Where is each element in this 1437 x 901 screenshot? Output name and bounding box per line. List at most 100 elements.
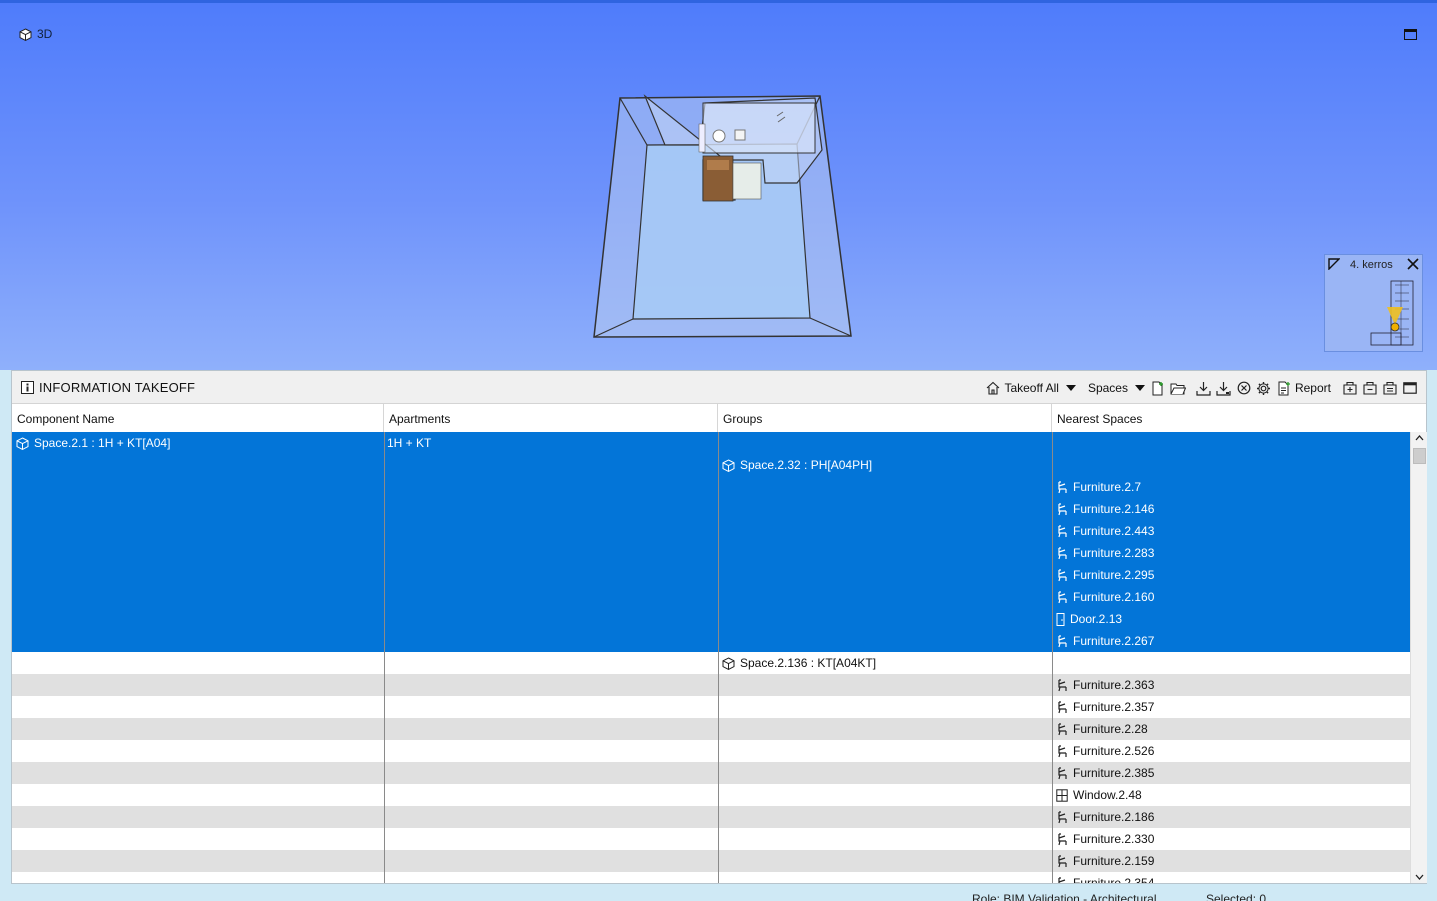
settings-gear-icon[interactable] (1256, 380, 1272, 396)
scroll-up-icon[interactable] (1415, 435, 1424, 441)
table-row[interactable]: Furniture.2.357 (12, 696, 1410, 718)
minimap-title: 4. kerros (1350, 259, 1393, 271)
spaces-label: Spaces (1087, 381, 1128, 395)
table-row[interactable]: Furniture.2.443 (12, 520, 1410, 542)
table-row[interactable]: Furniture.2.267 (12, 630, 1410, 652)
cell-nearest-space[interactable]: Furniture.2.159 (1056, 850, 1154, 872)
maximize-view-button[interactable] (1404, 29, 1417, 40)
table-row[interactable]: Furniture.2.283 (12, 542, 1410, 564)
collapse-icon[interactable] (1328, 258, 1340, 270)
window-icon (1056, 788, 1068, 802)
panel-header: INFORMATION TAKEOFF Takeoff All Spaces R… (12, 371, 1426, 404)
close-icon[interactable] (1407, 258, 1419, 270)
column-header-nearest-spaces[interactable]: Nearest Spaces (1052, 404, 1410, 432)
table-row[interactable]: Furniture.2.28 (12, 718, 1410, 740)
clipboard-icon[interactable] (1382, 380, 1398, 396)
status-bar: Role: BIM Validation - Architectural Sel… (0, 884, 1437, 901)
cell-apartment[interactable]: 1H + KT (387, 432, 431, 454)
table-row[interactable]: Furniture.2.354 (12, 872, 1410, 883)
open-folder-icon[interactable] (1170, 380, 1186, 396)
table-row[interactable]: Space.2.32 : PH[A04PH] (12, 454, 1410, 476)
clear-icon[interactable] (1236, 380, 1252, 396)
table-row[interactable]: Furniture.2.526 (12, 740, 1410, 762)
new-file-icon[interactable] (1150, 380, 1166, 396)
chevron-down-icon (1065, 385, 1076, 391)
report-label: Report (1294, 381, 1331, 395)
column-header-apartments[interactable]: Apartments (384, 404, 718, 432)
column-header-component-name[interactable]: Component Name (12, 404, 384, 432)
furniture-icon (1056, 546, 1068, 560)
3d-viewport[interactable]: 3D 4. kerros (0, 0, 1437, 370)
table-row[interactable]: Furniture.2.363 (12, 674, 1410, 696)
furniture-icon (1056, 568, 1068, 582)
furniture-icon (1056, 524, 1068, 538)
table-row[interactable]: Furniture.2.186 (12, 806, 1410, 828)
cell-nearest-space[interactable]: Furniture.2.330 (1056, 828, 1154, 850)
table-row[interactable]: Space.2.1 : 1H + KT[A04] 1H + KT (12, 432, 1410, 454)
cell-nearest-space[interactable]: Furniture.2.28 (1056, 718, 1148, 740)
role-status: Role: BIM Validation - Architectural (972, 892, 1157, 901)
table-row[interactable]: Furniture.2.159 (12, 850, 1410, 872)
cell-nearest-space[interactable]: Furniture.2.267 (1056, 630, 1154, 652)
cell-nearest-space-label: Furniture.2.28 (1073, 722, 1148, 736)
maximize-panel-icon[interactable] (1402, 380, 1418, 396)
furniture-icon (1056, 634, 1068, 648)
cell-nearest-space[interactable]: Furniture.2.357 (1056, 696, 1154, 718)
cell-nearest-space-label: Furniture.2.186 (1073, 810, 1155, 824)
scroll-thumb[interactable] (1413, 448, 1426, 464)
column-header-groups[interactable]: Groups (718, 404, 1052, 432)
cell-nearest-space-label: Furniture.2.357 (1073, 700, 1155, 714)
furniture-icon (1056, 766, 1068, 780)
cell-nearest-space[interactable]: Furniture.2.7 (1056, 476, 1141, 498)
cell-nearest-space[interactable]: Furniture.2.295 (1056, 564, 1154, 586)
table-row[interactable]: Furniture.2.160 (12, 586, 1410, 608)
vertical-scrollbar[interactable] (1410, 432, 1427, 883)
table-row[interactable]: Door.2.13 (12, 608, 1410, 630)
table-row[interactable]: Furniture.2.146 (12, 498, 1410, 520)
spaces-dropdown[interactable]: Spaces (1085, 378, 1148, 398)
chevron-down-icon (1134, 385, 1145, 391)
table-row[interactable]: Space.2.136 : KT[A04KT] (12, 652, 1410, 674)
cell-nearest-space[interactable]: Furniture.2.354 (1056, 872, 1154, 883)
furniture-icon (1056, 832, 1068, 846)
cell-nearest-space[interactable]: Furniture.2.363 (1056, 674, 1154, 696)
space-icon (16, 436, 29, 450)
cell-nearest-space-label: Furniture.2.363 (1073, 678, 1155, 692)
information-takeoff-panel: INFORMATION TAKEOFF Takeoff All Spaces R… (11, 370, 1427, 884)
table-row[interactable]: Furniture.2.330 (12, 828, 1410, 850)
add-panel-icon[interactable] (1342, 380, 1358, 396)
cell-nearest-space-label: Furniture.2.526 (1073, 744, 1155, 758)
cell-component-name[interactable]: Space.2.1 : 1H + KT[A04] (16, 432, 170, 454)
table-row[interactable]: Furniture.2.295 (12, 564, 1410, 586)
cell-group[interactable]: Space.2.136 : KT[A04KT] (722, 652, 876, 674)
takeoff-all-label: Takeoff All (1004, 381, 1059, 395)
cell-nearest-space[interactable]: Furniture.2.443 (1056, 520, 1154, 542)
scroll-down-icon[interactable] (1415, 874, 1424, 880)
takeoff-all-button[interactable]: Takeoff All (983, 378, 1078, 398)
cell-nearest-space[interactable]: Furniture.2.186 (1056, 806, 1154, 828)
export-icon[interactable] (1216, 380, 1232, 396)
cell-group[interactable]: Space.2.32 : PH[A04PH] (722, 454, 872, 476)
cell-nearest-space-label: Furniture.2.385 (1073, 766, 1155, 780)
cell-nearest-space[interactable]: Window.2.48 (1056, 784, 1142, 806)
space-icon (722, 656, 735, 670)
report-button[interactable]: Report (1274, 378, 1334, 398)
table-row[interactable]: Furniture.2.385 (12, 762, 1410, 784)
building-3d-model[interactable] (585, 88, 860, 343)
cell-nearest-space[interactable]: Furniture.2.385 (1056, 762, 1154, 784)
table-row[interactable]: Furniture.2.7 (12, 476, 1410, 498)
cell-nearest-space[interactable]: Furniture.2.283 (1056, 542, 1154, 564)
remove-panel-icon[interactable] (1362, 380, 1378, 396)
cell-nearest-space[interactable]: Furniture.2.526 (1056, 740, 1154, 762)
cell-nearest-space[interactable]: Furniture.2.146 (1056, 498, 1154, 520)
cell-nearest-space-label: Window.2.48 (1073, 788, 1142, 802)
import-icon[interactable] (1196, 380, 1212, 396)
furniture-icon (1056, 722, 1068, 736)
info-icon (21, 381, 34, 394)
cell-apartment-label: 1H + KT (387, 436, 432, 450)
minimap[interactable]: 4. kerros (1324, 254, 1423, 352)
table-row[interactable]: Window.2.48 (12, 784, 1410, 806)
cell-nearest-space[interactable]: Door.2.13 (1056, 608, 1122, 630)
cell-nearest-space[interactable]: Furniture.2.160 (1056, 586, 1154, 608)
cell-group-label: Space.2.136 : KT[A04KT] (740, 656, 877, 670)
